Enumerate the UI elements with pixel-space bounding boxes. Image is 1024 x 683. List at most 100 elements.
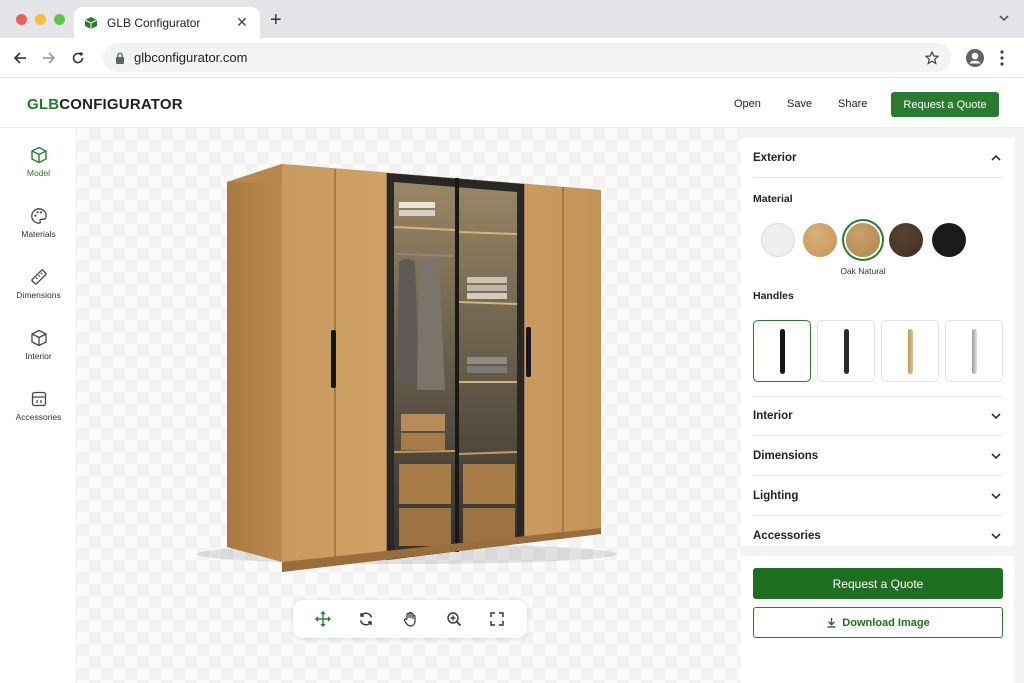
open-link[interactable]: Open	[734, 98, 761, 110]
request-quote-header-button[interactable]: Request a Quote	[891, 92, 999, 117]
handle-preview	[843, 328, 849, 374]
fullscreen-button[interactable]	[486, 608, 508, 630]
rail-label-accessories: Accessories	[15, 412, 62, 422]
arrow-left-icon	[13, 52, 26, 64]
download-icon	[827, 618, 836, 628]
rail-label-materials: Materials	[21, 229, 56, 239]
chevron-down-icon	[991, 413, 1001, 420]
window-controls	[16, 14, 65, 25]
lock-icon	[116, 52, 124, 64]
chevron-up-icon	[991, 154, 1001, 161]
reload-button[interactable]	[68, 48, 88, 68]
accessories-section-header[interactable]: Accessories	[753, 516, 1002, 556]
reload-icon	[72, 52, 84, 64]
app-logo[interactable]: GLBCONFIGURATOR	[27, 96, 183, 113]
download-image-label: Download Image	[842, 616, 930, 629]
maximize-window-button[interactable]	[54, 14, 65, 25]
accessories-icon	[31, 391, 46, 407]
handle-option-steel[interactable]	[945, 320, 1003, 382]
viewer-controls-toolbar	[293, 600, 527, 638]
new-tab-button[interactable]: +	[270, 10, 282, 30]
chevron-down-icon	[991, 452, 1001, 459]
zoom-in-button[interactable]	[443, 608, 465, 630]
forward-button[interactable]	[39, 48, 59, 68]
browser-menu-icon[interactable]	[998, 48, 1006, 68]
zoom-in-icon	[446, 612, 461, 627]
tab-title: GLB Configurator	[107, 15, 201, 30]
back-button[interactable]	[10, 48, 30, 68]
rail-item-dimensions[interactable]: Dimensions	[0, 268, 77, 316]
handles-label: Handles	[753, 290, 794, 302]
handle-preview	[907, 328, 913, 374]
rotate-button[interactable]	[355, 608, 377, 630]
move-icon	[314, 611, 331, 627]
interior-title: Interior	[753, 410, 793, 422]
swatch-black[interactable]	[932, 223, 966, 257]
profile-avatar-icon[interactable]	[965, 48, 985, 68]
exterior-section-header[interactable]: Exterior	[753, 138, 1002, 178]
chevron-down-icon	[991, 492, 1001, 499]
lighting-section-header[interactable]: Lighting	[753, 476, 1002, 516]
interior-section-header[interactable]: Interior	[753, 396, 1002, 436]
handle-option-black-slim[interactable]	[753, 320, 811, 382]
wardrobe-3d-model[interactable]	[187, 142, 627, 582]
handle-option-oak[interactable]	[881, 320, 939, 382]
swatch-walnut[interactable]	[889, 223, 923, 257]
rail-label-model: Model	[26, 168, 51, 178]
address-bar[interactable]: glbconfigurator.com	[103, 43, 951, 72]
browser-tab[interactable]: GLB Configurator ✕	[74, 7, 260, 38]
download-image-button[interactable]: Download Image	[753, 607, 1003, 638]
swatch-white[interactable]	[761, 223, 795, 257]
url-text: glbconfigurator.com	[134, 50, 248, 65]
cube-favicon-icon	[84, 16, 98, 29]
pan-button[interactable]	[399, 608, 421, 630]
rail-item-interior[interactable]: Interior	[0, 329, 77, 377]
dimensions-section-header[interactable]: Dimensions	[753, 436, 1002, 476]
rail-item-materials[interactable]: Materials	[0, 207, 77, 255]
logo-glb: GLB	[27, 96, 60, 113]
material-label: Material	[753, 193, 793, 205]
pan-hand-icon	[403, 611, 416, 627]
fullscreen-icon	[490, 612, 504, 626]
handle-option-black[interactable]	[817, 320, 875, 382]
swatch-light-oak[interactable]	[803, 223, 837, 257]
swatch-oak-natural[interactable]	[846, 223, 880, 257]
accessories-title: Accessories	[753, 530, 821, 542]
options-panel: Exterior Material Oak Natural Handles In…	[741, 128, 1024, 683]
arrow-right-icon	[43, 52, 56, 64]
configurator-app: GLBCONFIGURATOR Open Save Share Request …	[0, 78, 1024, 683]
move-button[interactable]	[312, 608, 334, 630]
logo-configurator: CONFIGURATOR	[59, 96, 183, 113]
left-nav-rail: Model Materials Dimensions Interior Acce…	[0, 128, 77, 683]
save-link[interactable]: Save	[787, 98, 812, 110]
handle-preview	[779, 328, 785, 374]
options-card: Exterior Material Oak Natural Handles In…	[741, 138, 1014, 546]
lighting-title: Lighting	[753, 489, 799, 502]
tab-close-icon[interactable]: ✕	[234, 14, 250, 31]
exterior-title: Exterior	[753, 151, 797, 164]
selected-material-name: Oak Natural	[840, 266, 886, 276]
3d-viewport[interactable]	[77, 128, 741, 683]
rail-label-dimensions: Dimensions	[16, 290, 61, 300]
share-link[interactable]: Share	[838, 98, 867, 110]
ruler-icon	[30, 269, 47, 285]
close-window-button[interactable]	[16, 14, 27, 25]
dimensions-title: Dimensions	[753, 449, 819, 462]
browser-toolbar: glbconfigurator.com	[0, 38, 1024, 78]
browser-tab-bar: GLB Configurator ✕ +	[0, 0, 1024, 38]
handle-preview	[971, 328, 977, 374]
minimize-window-button[interactable]	[35, 14, 46, 25]
bookmark-star-icon[interactable]	[925, 50, 939, 65]
rail-label-interior: Interior	[25, 351, 52, 361]
chevron-down-icon	[991, 533, 1001, 540]
cube-icon	[30, 146, 47, 164]
box-icon	[30, 329, 47, 347]
tab-search-chevron-icon[interactable]	[998, 12, 1010, 24]
rail-item-accessories[interactable]: Accessories	[0, 390, 77, 438]
app-header: GLBCONFIGURATOR Open Save Share Request …	[0, 78, 1024, 128]
rail-item-model[interactable]: Model	[0, 146, 77, 194]
request-quote-button[interactable]: Request a Quote	[753, 568, 1003, 599]
panel-footer: Request a Quote Download Image	[741, 556, 1014, 683]
rotate-icon	[360, 612, 373, 626]
palette-icon	[30, 208, 47, 224]
